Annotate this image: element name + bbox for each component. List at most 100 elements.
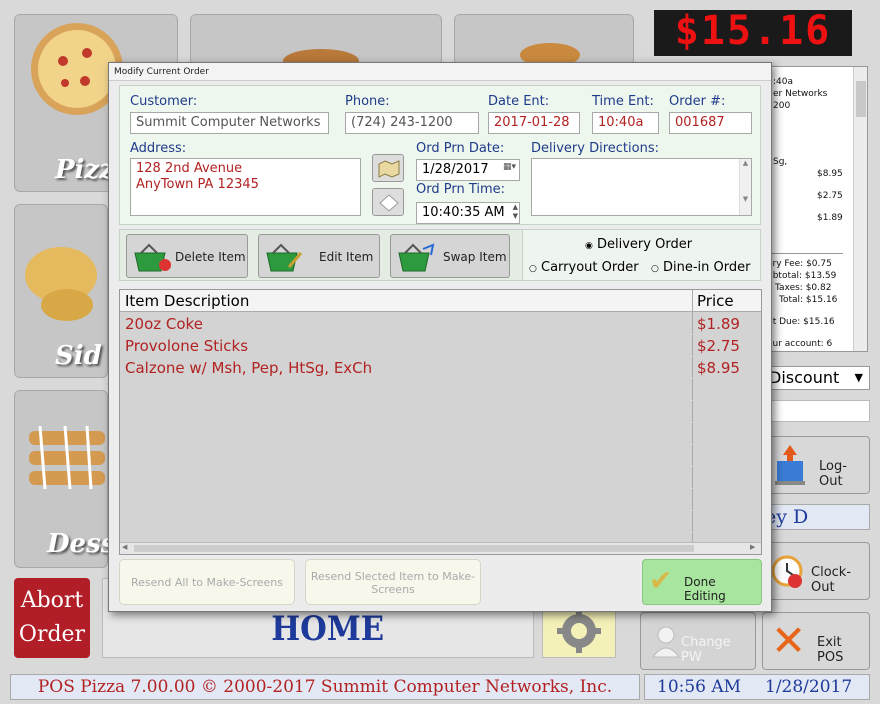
address-field[interactable]: 128 2nd Avenue AnyTown PA 12345: [130, 158, 361, 216]
swap-item-button[interactable]: Swap Item: [390, 234, 510, 278]
resend-all-label: Resend All to Make-Screens: [130, 576, 284, 589]
empty-row: [120, 445, 761, 467]
map-button[interactable]: [372, 154, 404, 182]
table-row[interactable]: Calzone w/ Msh, Pep, HtSg, ExCh $8.95: [120, 357, 761, 379]
footer-copyright: POS Pizza 7.00.00 © 2000-2017 Summit Com…: [10, 674, 640, 700]
logout-icon: [775, 445, 805, 485]
prn-date-label: Ord Prn Date:: [416, 141, 505, 156]
receipt-summary-line: ery Fee: $0.75: [767, 259, 832, 269]
item-description: Calzone w/ Msh, Pep, HtSg, ExCh: [125, 359, 373, 377]
spinner-icon[interactable]: ▲ ▼: [513, 203, 518, 221]
map-icon: [378, 160, 400, 178]
category-label-sides: Sid: [55, 341, 102, 371]
receipt-item-price: $1.89: [817, 213, 843, 223]
edit-item-button[interactable]: Edit Item: [258, 234, 380, 278]
category-tile-top-right[interactable]: [454, 14, 634, 67]
calendar-dropdown-icon: ▦▾: [502, 162, 516, 172]
item-description: 20oz Coke: [125, 315, 203, 333]
radio-delivery-label: Delivery Order: [597, 237, 693, 252]
exit-icon: ✕: [771, 616, 807, 665]
empty-row: [120, 401, 761, 423]
empty-row: [120, 511, 761, 533]
category-tile-sides[interactable]: Sid: [14, 204, 108, 378]
table-row[interactable]: Provolone Sticks $2.75: [120, 335, 761, 357]
customer-field[interactable]: Summit Computer Networks: [130, 112, 329, 134]
receipt-header-line: 200: [773, 101, 791, 111]
prn-time-picker[interactable]: 10:40:35 AM ▲ ▼: [416, 202, 520, 224]
exit-pos-button[interactable]: ✕ Exit POS: [762, 612, 870, 670]
basket-edit-icon: [266, 243, 303, 272]
category-tile-top-center[interactable]: [190, 14, 442, 67]
abort-line2: Order: [18, 622, 86, 647]
modify-order-dialog: Modify Current Order Customer: Summit Co…: [108, 62, 772, 612]
abort-order-button[interactable]: Abort Order: [14, 578, 90, 658]
clockout-button[interactable]: Clock-Out: [764, 542, 870, 600]
radio-unselected-icon: ○: [651, 264, 659, 274]
footer-time: 10:56 AM: [657, 677, 742, 697]
radio-delivery-order[interactable]: ◉ Delivery Order: [585, 237, 692, 252]
empty-row: [120, 489, 761, 511]
category-tile-desserts[interactable]: Dess: [14, 390, 115, 568]
radio-carryout-order[interactable]: ○ Carryout Order: [529, 260, 639, 275]
footer-date: 1/28/2017: [765, 677, 853, 697]
scroll-right-icon[interactable]: ▶: [750, 543, 755, 551]
change-pw-label: Change PW: [681, 635, 731, 665]
clockout-label: Clock-Out: [811, 565, 852, 595]
print-button[interactable]: [372, 188, 404, 216]
blank-field[interactable]: [764, 400, 870, 422]
col-description-header: Item Description: [125, 292, 250, 310]
directions-scrollbar[interactable]: ▲ ▼: [739, 159, 751, 215]
receipt-summary-line: Taxes: $0.82: [775, 283, 832, 293]
receipt-summary-line: our account: 6: [767, 339, 833, 349]
time-ent-field: 10:40a: [592, 112, 659, 134]
discount-select-value: Discount: [769, 368, 840, 387]
table-row[interactable]: 20oz Coke $1.89: [120, 313, 761, 335]
scroll-left-icon[interactable]: ◀: [122, 543, 127, 551]
horizontal-scrollbar[interactable]: ◀ ▶: [120, 542, 761, 554]
prn-time-label: Ord Prn Time:: [416, 182, 506, 197]
change-pw-button[interactable]: Change PW: [640, 612, 756, 670]
dialog-title: Modify Current Order: [109, 63, 771, 81]
phone-field[interactable]: (724) 243-1200: [345, 112, 479, 134]
address-line1: 128 2nd Avenue: [136, 161, 243, 176]
resend-selected-button[interactable]: Resend Slected Item to Make-Screens: [305, 559, 481, 605]
basket-delete-icon: [134, 243, 171, 272]
receipt-summary-line: ubtotal: $13.59: [767, 271, 837, 281]
receipt-scrollbar[interactable]: [853, 67, 867, 351]
receipt-header-line: :40a: [773, 77, 793, 87]
gear-icon: [557, 609, 601, 653]
delete-item-button[interactable]: Delete Item: [126, 234, 248, 278]
done-editing-button[interactable]: ✔ Done Editing: [642, 559, 762, 605]
logout-button[interactable]: Log-Out: [764, 436, 870, 494]
discount-select[interactable]: Discount ▼: [764, 366, 870, 390]
checkmark-icon: ✔: [649, 564, 673, 597]
empty-row: [120, 423, 761, 445]
resend-selected-label: Resend Slected Item to Make-Screens: [310, 570, 476, 596]
resend-all-button[interactable]: Resend All to Make-Screens: [119, 559, 295, 605]
items-grid[interactable]: Item Description Price 20oz Coke $1.89 P…: [119, 289, 762, 555]
prn-time-value: 10:40:35 AM: [422, 205, 505, 220]
receipt-summary-line: Total: $15.16: [779, 295, 838, 305]
prn-date-picker[interactable]: 1/28/2017 ▦▾: [416, 159, 520, 181]
empty-row: [120, 379, 761, 401]
receipt-item-price: $2.75: [817, 191, 843, 201]
address-label: Address:: [130, 141, 187, 156]
delivery-directions-label: Delivery Directions:: [531, 141, 659, 156]
done-editing-label: Done Editing: [684, 575, 726, 603]
radio-selected-icon: ◉: [585, 241, 593, 251]
item-description: Provolone Sticks: [125, 337, 249, 355]
radio-dinein-order[interactable]: ○ Dine-in Order: [651, 260, 750, 275]
prn-date-value: 1/28/2017: [422, 162, 489, 177]
action-bar: Delete Item Edit Item Swap Item ◉ Delive…: [119, 229, 761, 281]
customer-label: Customer:: [130, 94, 198, 109]
scroll-thumb[interactable]: [134, 545, 694, 552]
item-price: $2.75: [697, 337, 740, 355]
grid-header: Item Description Price: [120, 290, 761, 312]
abort-line1: Abort: [20, 588, 84, 613]
basket-swap-icon: [398, 243, 435, 272]
dessert-image: [29, 425, 105, 490]
receipt-header-line: er Networks: [773, 89, 828, 99]
sides-image: [25, 247, 97, 321]
radio-carryout-label: Carryout Order: [541, 260, 639, 275]
delivery-directions-field[interactable]: ▲ ▼: [531, 158, 752, 216]
